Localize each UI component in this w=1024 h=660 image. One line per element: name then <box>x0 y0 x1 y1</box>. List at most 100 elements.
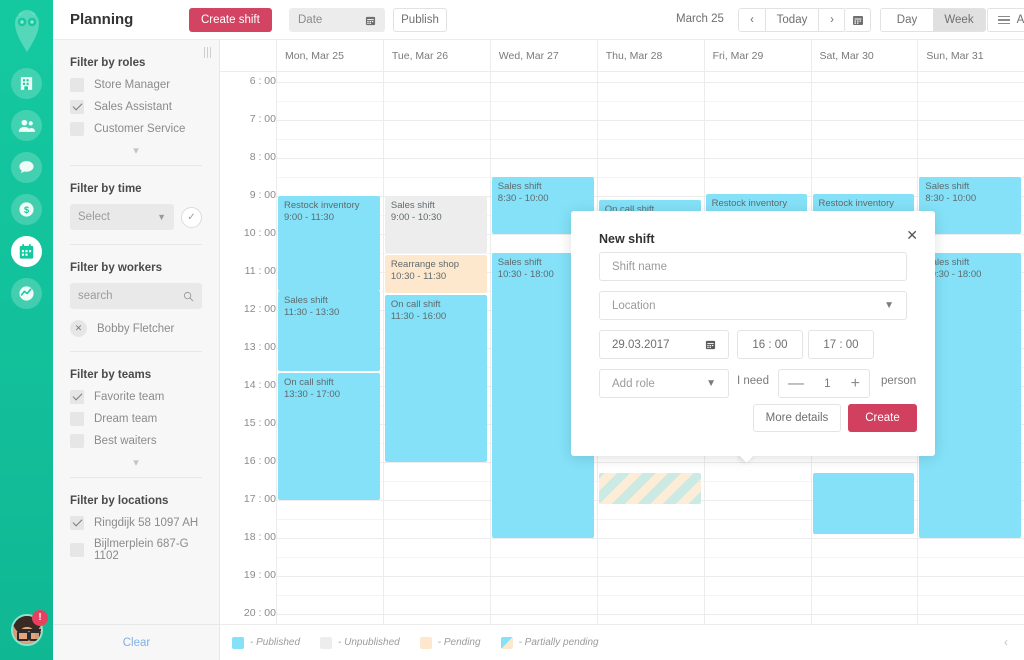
panel-resize-handle[interactable] <box>204 47 213 58</box>
time-select[interactable]: Select ▼ <box>70 204 174 230</box>
employees-icon[interactable] <box>11 110 42 141</box>
checkbox-checked-icon[interactable] <box>70 390 84 404</box>
hour-label: 11 : 00 <box>244 265 276 277</box>
checkbox-icon[interactable] <box>70 434 84 448</box>
shift-block[interactable]: On call shift 11:30 - 16:00 <box>384 294 487 462</box>
location-placeholder: Location <box>612 299 656 312</box>
publish-button[interactable]: Publish <box>393 8 447 32</box>
company-icon[interactable] <box>11 68 42 99</box>
shift-block[interactable]: On call shift 13:30 - 17:00 <box>278 372 380 500</box>
remove-worker-close-icon[interactable]: ✕ <box>70 320 87 337</box>
start-time-input[interactable]: 16 : 00 <box>737 330 803 359</box>
hour-gridline <box>276 462 1024 463</box>
avatar[interactable]: ! <box>11 610 48 646</box>
checkbox-icon[interactable] <box>70 122 84 136</box>
shift-block[interactable]: Rearrange shop 10:30 - 11:30 <box>384 254 487 293</box>
calendar-small-icon <box>365 16 376 25</box>
filter-role-store-manager[interactable]: Store Manager <box>70 78 202 92</box>
chevron-down-icon: ▼ <box>884 300 894 311</box>
filter-panel: Filter by roles Store Manager Sales Assi… <box>53 40 220 660</box>
legend-swatch <box>500 636 513 649</box>
shift-name: On call shift <box>284 376 334 388</box>
checkbox-icon[interactable] <box>70 543 84 557</box>
clear-filters-button[interactable]: Clear <box>53 624 220 660</box>
end-time-input[interactable]: 17 : 00 <box>808 330 874 359</box>
calendar-icon[interactable] <box>705 339 716 350</box>
app-root: $ ! Planning Create shift Date Publish M… <box>0 0 1024 660</box>
calendar-icon[interactable] <box>11 236 42 267</box>
filter-location-bijlmerplein[interactable]: Bijlmerplein 687-G 1102 <box>70 538 202 562</box>
day-gridline <box>276 72 277 644</box>
location-select[interactable]: Location ▼ <box>599 291 907 320</box>
close-icon[interactable]: ✕ <box>906 227 918 244</box>
shift-block[interactable]: Sales shift 11:30 - 13:30 <box>278 291 380 371</box>
date-picker-button[interactable]: Date <box>289 8 385 32</box>
filter-label: Best waiters <box>94 435 157 447</box>
role-placeholder: Add role <box>612 377 655 390</box>
decrement-button[interactable]: — <box>788 375 804 391</box>
payroll-icon[interactable]: $ <box>11 194 42 225</box>
notification-badge[interactable]: ! <box>32 610 48 626</box>
filter-location-ringdijk[interactable]: Ringdijk 58 1097 AH <box>70 516 202 530</box>
filter-team-favorite[interactable]: Favorite team <box>70 390 202 404</box>
calendar-jump-button[interactable] <box>844 8 871 32</box>
increment-button[interactable]: + <box>851 375 860 391</box>
shift-block[interactable] <box>812 473 915 535</box>
view-day-button[interactable]: Day <box>881 9 933 31</box>
filter-team-best-waiters[interactable]: Best waiters <box>70 434 202 448</box>
filter-locations-section: Filter by locations Ringdijk 58 1097 AH … <box>53 495 219 562</box>
time-select-value: Select <box>78 211 110 223</box>
expand-teams-chevron-down-icon[interactable]: ▾ <box>70 456 202 469</box>
filter-role-customer-service[interactable]: Customer Service <box>70 122 202 136</box>
day-gridline <box>382 72 384 644</box>
chat-icon[interactable] <box>11 152 42 183</box>
filter-role-sales-assistant[interactable]: Sales Assistant <box>70 100 202 114</box>
date-nav-group: ‹ Today › <box>738 8 846 32</box>
agenda-button[interactable]: Agenda <box>987 8 1024 32</box>
hour-label: 7 : 00 <box>249 113 276 125</box>
shift-block[interactable]: Sales shift 9:00 - 10:30 <box>384 196 487 253</box>
checkbox-icon[interactable] <box>70 78 84 92</box>
chevron-down-icon: ▼ <box>157 212 166 222</box>
checkbox-checked-icon[interactable] <box>70 100 84 114</box>
calendar-day-headers: Mon, Mar 25 Tue, Mar 26 Wed, Mar 27 Thu, Ma… <box>220 40 1024 72</box>
next-button[interactable]: › <box>819 9 845 31</box>
shift-block[interactable] <box>598 473 701 504</box>
create-button[interactable]: Create <box>848 404 917 432</box>
shift-time: 11:30 - 13:30 <box>284 307 340 318</box>
worker-search-input[interactable]: search <box>70 283 202 309</box>
shift-time: 10:30 - 11:30 <box>390 270 447 282</box>
page-title: Planning <box>70 11 134 28</box>
checkbox-icon[interactable] <box>70 412 84 426</box>
legend-label: - Pending <box>437 637 481 648</box>
today-button[interactable]: Today <box>765 9 819 31</box>
view-week-button[interactable]: Week <box>933 9 985 31</box>
day-header: Wed, Mar 27 <box>489 40 597 72</box>
owl-logo[interactable] <box>7 10 47 54</box>
selected-worker-bobby-fletcher[interactable]: ✕ Bobby Fletcher <box>70 320 202 337</box>
filter-label: Favorite team <box>94 391 165 403</box>
shift-name-placeholder: Shift name <box>612 260 667 273</box>
hour-gridline <box>276 538 1024 539</box>
prev-button[interactable]: ‹ <box>739 9 765 31</box>
icon-rail: $ ! <box>0 0 53 660</box>
activity-icon[interactable] <box>11 278 42 309</box>
filter-roles-section: Filter by roles Store Manager Sales Assi… <box>53 57 219 157</box>
shift-block[interactable]: Restock inventory 9:00 - 11:30 <box>278 196 380 291</box>
filter-label: Store Manager <box>94 79 171 91</box>
more-details-button[interactable]: More details <box>753 404 841 432</box>
hour-label: 14 : 00 <box>243 379 276 391</box>
legend-swatch <box>232 636 244 649</box>
expand-roles-chevron-down-icon[interactable]: ▾ <box>70 144 202 157</box>
apply-time-button[interactable]: ✓ <box>181 206 202 228</box>
shift-date-input[interactable]: 29.03.2017 <box>599 330 729 359</box>
shift-name-input[interactable]: Shift name <box>599 252 907 281</box>
role-select[interactable]: Add role ▼ <box>599 369 729 398</box>
collapse-chevron-left-icon[interactable]: ‹ <box>1004 635 1008 649</box>
filter-team-dream[interactable]: Dream team <box>70 412 202 426</box>
checkbox-checked-icon[interactable] <box>70 516 84 530</box>
hour-label: 8 : 00 <box>249 151 276 163</box>
create-shift-button[interactable]: Create shift <box>189 8 272 32</box>
shift-name: Restock inventory <box>818 198 895 210</box>
shift-name: Sales shift <box>284 295 328 306</box>
